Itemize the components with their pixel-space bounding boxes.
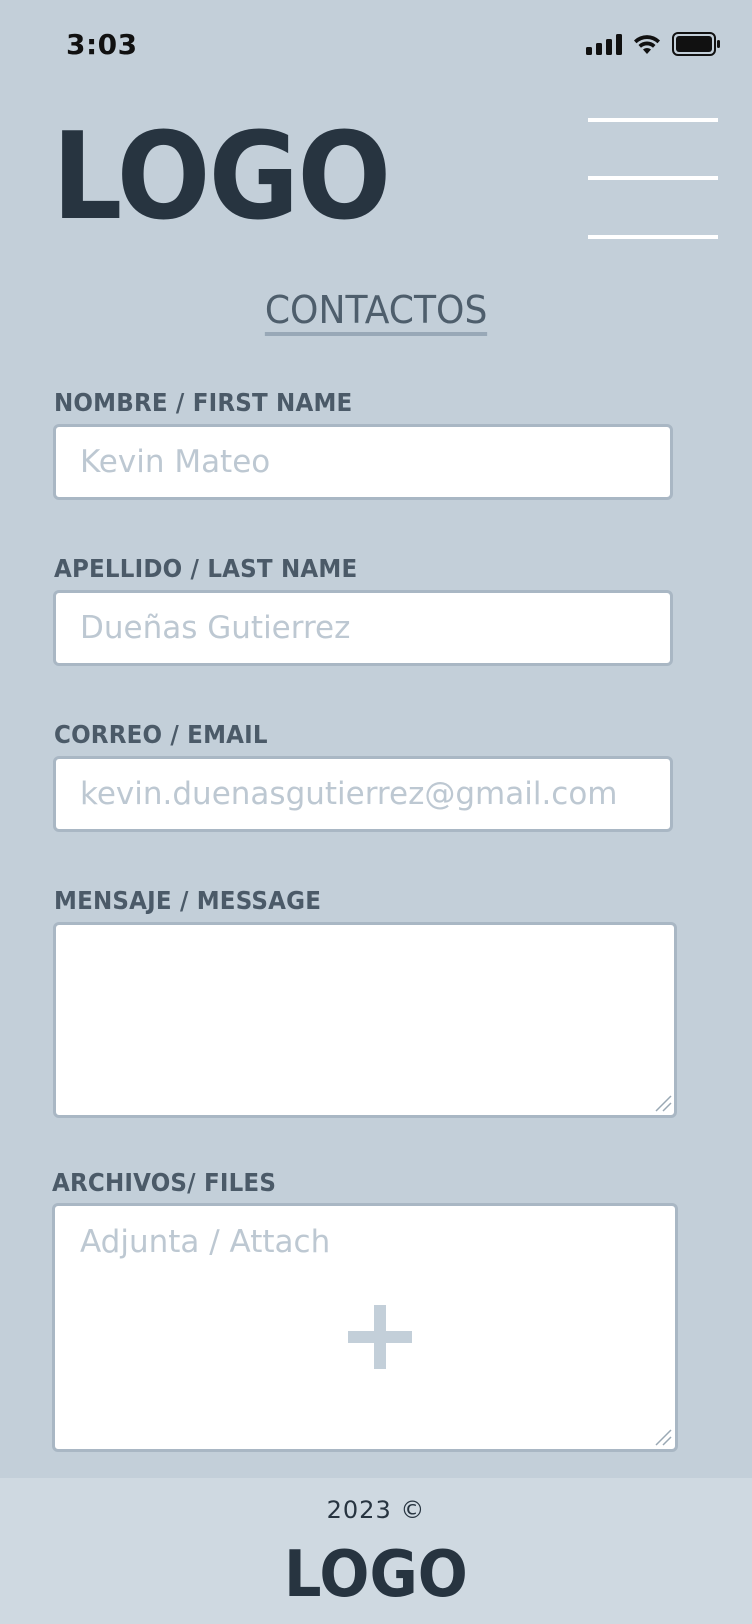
plus-icon[interactable] — [348, 1305, 412, 1369]
resize-grip-icon[interactable] — [654, 1428, 672, 1446]
header-logo[interactable]: LOGO — [52, 118, 391, 238]
footer-logo-wrapper: LOGO — [0, 1542, 752, 1608]
status-time: 3:03 — [66, 28, 138, 61]
first-name-label: NOMBRE / FIRST NAME — [54, 388, 353, 417]
email-field[interactable] — [53, 756, 673, 832]
menu-line — [588, 118, 718, 122]
footer-logo[interactable]: LOGO — [284, 1542, 468, 1608]
footer: 2023 © LOGO — [0, 1478, 752, 1624]
wifi-icon — [632, 33, 662, 55]
resize-grip-icon[interactable] — [654, 1094, 672, 1112]
signal-icon — [586, 33, 622, 55]
hamburger-menu-icon[interactable] — [588, 118, 718, 242]
email-label: CORREO / EMAIL — [54, 720, 268, 749]
last-name-field[interactable] — [53, 590, 673, 666]
attach-files-dropzone[interactable]: Adjunta / Attach — [52, 1203, 678, 1452]
page-title: CONTACTOS — [264, 288, 488, 336]
files-label: ARCHIVOS/ FILES — [52, 1168, 277, 1197]
menu-line — [588, 176, 718, 180]
footer-copyright: 2023 © — [326, 1496, 426, 1524]
message-label: MENSAJE / MESSAGE — [54, 886, 322, 915]
attach-placeholder: Adjunta / Attach — [80, 1224, 331, 1260]
page-title-wrapper: CONTACTOS — [0, 288, 752, 336]
status-icons — [586, 32, 720, 56]
status-bar: 3:03 — [0, 0, 752, 92]
first-name-field[interactable] — [53, 424, 673, 500]
menu-line — [588, 235, 718, 239]
message-textarea[interactable] — [53, 922, 677, 1118]
battery-icon — [672, 32, 720, 56]
last-name-label: APELLIDO / LAST NAME — [54, 554, 358, 583]
